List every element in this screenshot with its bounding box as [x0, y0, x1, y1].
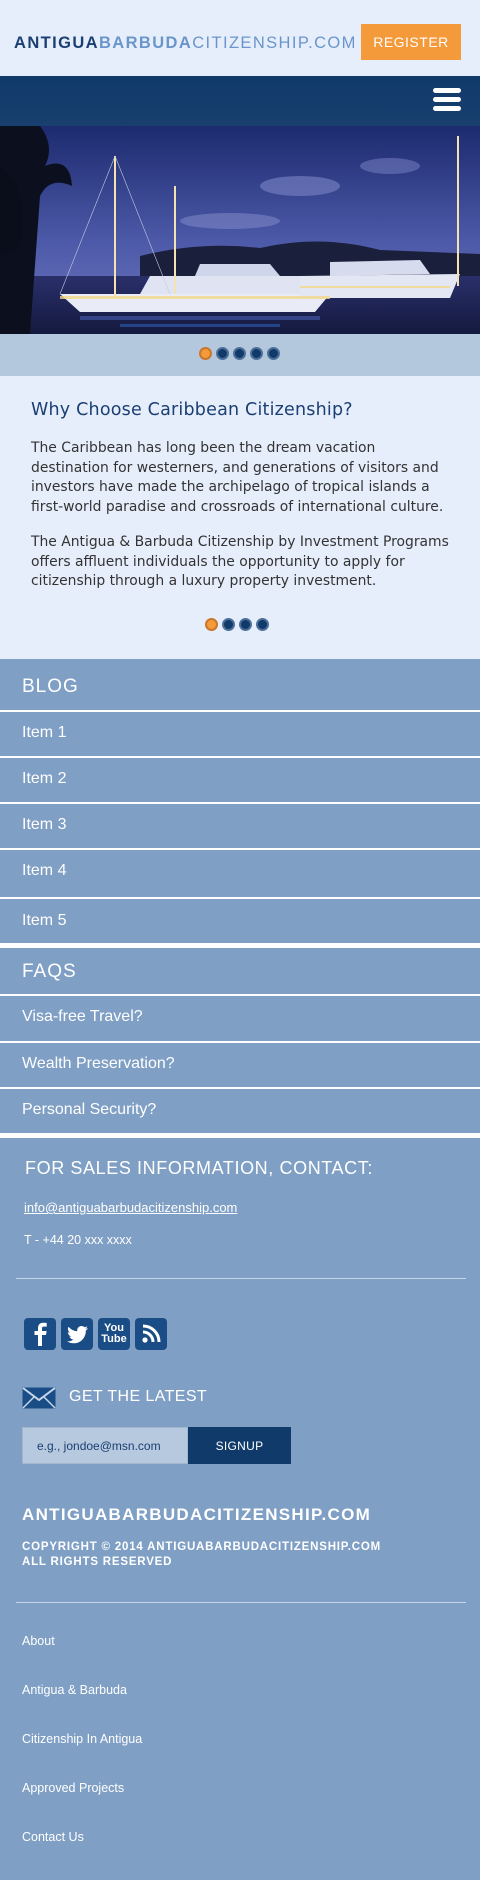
- hero-dots: [199, 347, 280, 360]
- section-divider: [0, 943, 480, 948]
- footer-link-antigua-barbuda[interactable]: Antigua & Barbuda: [22, 1683, 127, 1697]
- hero-dot-3[interactable]: [233, 347, 246, 360]
- site-header: ANTIGUABARBUDACITIZENSHIP.COM REGISTER: [0, 0, 480, 76]
- blog-item[interactable]: Item 5: [0, 897, 480, 943]
- facebook-icon[interactable]: [24, 1318, 56, 1350]
- intro-dot-3[interactable]: [239, 618, 252, 631]
- hero-pagination-bar: [0, 334, 480, 376]
- intro-paragraph-1: The Caribbean has long been the dream va…: [31, 440, 444, 515]
- footer-link-citizenship[interactable]: Citizenship In Antigua: [22, 1732, 142, 1746]
- logo-part-barbuda: BARBUDA: [98, 34, 193, 52]
- divider: [16, 1602, 466, 1603]
- blog-item[interactable]: Item 4: [0, 848, 480, 892]
- contact-phone: T - +44 20 xxx xxxx: [24, 1233, 132, 1247]
- copyright-text: COPYRIGHT © 2014 ANTIGUABARBUDACITIZENSH…: [22, 1540, 381, 1570]
- intro-dots: [205, 618, 269, 631]
- youtube-tube-text: Tube: [101, 1333, 127, 1345]
- copyright-line-2: ALL RIGHTS RESERVED: [22, 1556, 173, 1568]
- newsletter-email-input[interactable]: [22, 1427, 188, 1464]
- blog-title: BLOG: [22, 676, 79, 697]
- footer-link-about[interactable]: About: [22, 1634, 55, 1648]
- site-logo[interactable]: ANTIGUABARBUDACITIZENSHIP.COM: [14, 34, 357, 53]
- hero-dot-2[interactable]: [216, 347, 229, 360]
- contact-email-link[interactable]: info@antiguabarbudacitizenship.com: [24, 1200, 237, 1215]
- newsletter-label: GET THE LATEST: [69, 1388, 208, 1405]
- hero-dot-1[interactable]: [199, 347, 212, 360]
- blog-item[interactable]: Item 2: [0, 756, 480, 800]
- copyright-line-1: COPYRIGHT © 2014 ANTIGUABARBUDACITIZENSH…: [22, 1541, 382, 1553]
- logo-part-antigua: ANTIGUA: [14, 34, 99, 52]
- intro-paragraph-2: The Antigua & Barbuda Citizenship by Inv…: [31, 534, 449, 589]
- section-divider: [0, 1133, 480, 1138]
- intro-title: Why Choose Caribbean Citizenship?: [31, 400, 353, 420]
- hero-dot-4[interactable]: [250, 347, 263, 360]
- blog-item[interactable]: Item 3: [0, 802, 480, 846]
- intro-dot-2[interactable]: [222, 618, 235, 631]
- youtube-icon[interactable]: You Tube: [98, 1318, 130, 1350]
- contact-title: FOR SALES INFORMATION, CONTACT:: [25, 1158, 373, 1178]
- intro-dot-1[interactable]: [205, 618, 218, 631]
- footer-brand: ANTIGUABARBUDACITIZENSHIP.COM: [22, 1505, 372, 1524]
- divider: [16, 1278, 466, 1279]
- faq-item[interactable]: Visa-free Travel?: [0, 994, 480, 1038]
- hero-dot-5[interactable]: [267, 347, 280, 360]
- twitter-icon[interactable]: [61, 1318, 93, 1350]
- envelope-icon: [22, 1387, 56, 1409]
- hero-image: [0, 126, 480, 334]
- intro-dot-4[interactable]: [256, 618, 269, 631]
- blog-item[interactable]: Item 1: [0, 710, 480, 754]
- intro-section: Why Choose Caribbean Citizenship? The Ca…: [0, 376, 480, 659]
- footer-link-contact-us[interactable]: Contact Us: [22, 1830, 84, 1844]
- faq-item[interactable]: Wealth Preservation?: [0, 1041, 480, 1085]
- signup-button[interactable]: SIGNUP: [188, 1427, 291, 1464]
- faq-item[interactable]: Personal Security?: [0, 1087, 480, 1131]
- nav-bar: [0, 76, 480, 126]
- menu-icon[interactable]: [433, 88, 463, 112]
- faqs-title: FAQS: [22, 961, 77, 982]
- footer-link-approved-projects[interactable]: Approved Projects: [22, 1781, 124, 1795]
- logo-part-citizenship: CITIZENSHIP.COM: [192, 34, 357, 52]
- rss-icon[interactable]: [135, 1318, 167, 1350]
- yacht-marina-photo: [0, 126, 480, 334]
- register-button[interactable]: REGISTER: [361, 24, 461, 60]
